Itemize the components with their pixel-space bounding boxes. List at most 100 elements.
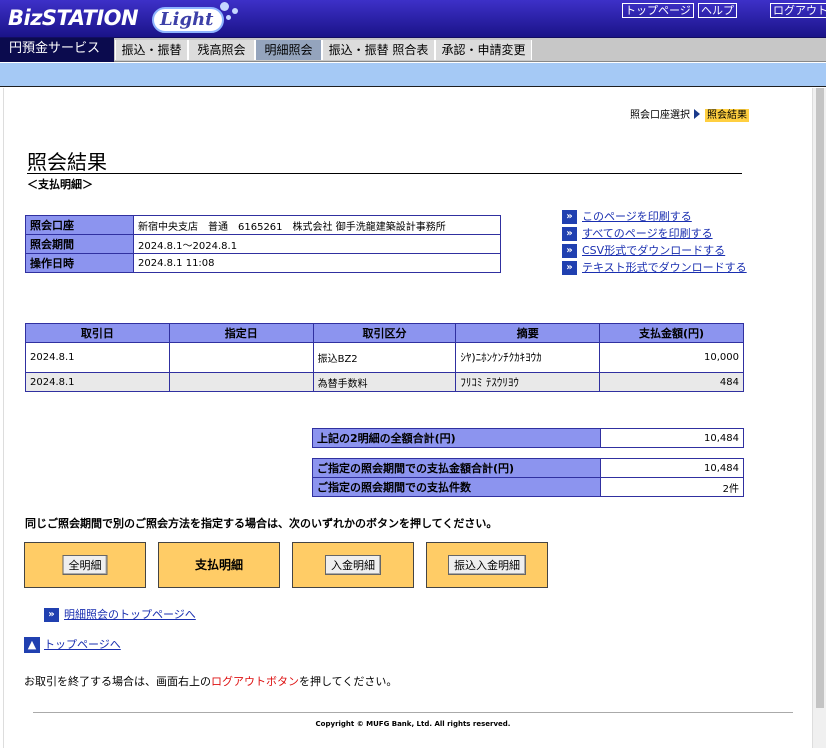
breadcrumb-current: 照会結果: [705, 109, 749, 122]
cell-specified-date: [168, 372, 314, 392]
period-count-label: ご指定の照会期間での支払件数: [312, 477, 601, 497]
double-arrow-icon: »: [44, 608, 59, 622]
csv-download-link-text[interactable]: CSV形式でダウンロードする: [582, 244, 725, 257]
print-all-link-text[interactable]: すべてのページを印刷する: [582, 227, 713, 240]
logo-dot: [226, 15, 231, 20]
info-label: 操作日時: [25, 253, 134, 273]
payment-details-current: 支払明細: [194, 558, 243, 572]
double-arrow-icon: »: [562, 261, 577, 275]
all-details-button[interactable]: 全明細: [62, 555, 108, 575]
logo-text: BizSTATION: [8, 6, 139, 30]
period-count-value: 2件: [600, 477, 744, 497]
tab-approval[interactable]: 承認・申請変更: [435, 40, 532, 60]
top-page-button[interactable]: トップページ: [622, 3, 694, 18]
header-bar: BizSTATION Light トップページ ヘルプ ログアウト: [0, 0, 826, 38]
all-details-box: 全明細: [24, 542, 146, 588]
cell-amount: 10,000: [599, 342, 744, 373]
column-header-specified-date: 指定日: [168, 323, 314, 343]
payment-details-box: 支払明細: [158, 542, 280, 588]
period-total-label: ご指定の照会期間での支払金額合計(円): [312, 458, 601, 478]
info-label: 照会口座: [25, 215, 134, 235]
footer-divider: [33, 712, 793, 713]
print-all-link[interactable]: » すべてのページを印刷する: [562, 225, 713, 241]
column-header-amount: 支払金額(円): [599, 323, 744, 343]
tab-statement[interactable]: 明細照会: [255, 40, 322, 60]
logout-button[interactable]: ログアウト: [770, 3, 826, 18]
cell-date: 2024.8.1: [25, 342, 170, 373]
statement-top-link[interactable]: » 明細照会のトップページへ: [44, 606, 196, 622]
column-header-description: 摘要: [455, 323, 601, 343]
logo-light-text: Light: [160, 9, 214, 30]
text-download-link-text[interactable]: テキスト形式でダウンロードする: [582, 261, 747, 274]
breadcrumb-arrow-icon: [694, 109, 700, 119]
line-total-table: 上記の2明細の全額合計(円) 10,484: [312, 428, 744, 448]
logo-dot: [220, 2, 229, 11]
double-arrow-icon: »: [562, 210, 577, 224]
line-total-label: 上記の2明細の全額合計(円): [312, 428, 601, 448]
double-arrow-icon: »: [562, 244, 577, 258]
top-page-link-text[interactable]: トップページへ: [44, 638, 121, 651]
page-subtitle: ＜支払明細＞: [27, 178, 93, 191]
info-value: 2024.8.1 11:08: [133, 253, 501, 273]
end-message-logout-highlight: ログアウトボタン: [211, 675, 299, 688]
logo-light-badge: Light: [152, 7, 224, 33]
details-header-row: 取引日 指定日 取引区分 摘要 支払金額(円): [25, 323, 744, 343]
scrollbar[interactable]: [812, 88, 826, 748]
info-row: 照会口座 新宿中央支店 普通 6165261 株式会社 御手洗龍建築設計事務所: [25, 215, 501, 235]
tab-balance[interactable]: 残高照会: [188, 40, 255, 60]
statement-top-link-text[interactable]: 明細照会のトップページへ: [64, 608, 196, 621]
page: { "header": { "logo_text": "BizSTATION",…: [0, 0, 826, 748]
deposit-details-box: 入金明細: [292, 542, 414, 588]
help-button[interactable]: ヘルプ: [698, 3, 737, 18]
print-page-link-text[interactable]: このページを印刷する: [582, 210, 692, 223]
copyright: Copyright © MUFG Bank, Ltd. All rights r…: [315, 720, 511, 728]
details-table: 取引日 指定日 取引区分 摘要 支払金額(円) 2024.8.1 振込BZ2 ｼ…: [25, 323, 744, 392]
csv-download-link[interactable]: » CSV形式でダウンロードする: [562, 242, 725, 258]
text-download-link[interactable]: » テキスト形式でダウンロードする: [562, 259, 747, 275]
column-header-date: 取引日: [25, 323, 170, 343]
page-title: 照会結果: [27, 150, 107, 174]
cell-description: ｼﾔ)ﾆﾎﾝｹﾝﾁｸｶｷﾖｳｶ: [455, 342, 601, 373]
sub-band: [0, 63, 826, 87]
transfer-deposit-details-button[interactable]: 振込入金明細: [448, 555, 526, 575]
cell-description: ﾌﾘｺﾐ ﾃｽｳﾘﾖｳ: [455, 372, 601, 392]
title-divider: [27, 173, 742, 174]
table-row: 2024.8.1 為替手数料 ﾌﾘｺﾐ ﾃｽｳﾘﾖｳ 484: [25, 372, 744, 392]
cell-type: 為替手数料: [312, 372, 457, 392]
info-value: 2024.8.1〜2024.8.1: [133, 234, 501, 254]
service-label: 円預金サービス: [0, 38, 114, 62]
breadcrumb: 照会口座選択 照会結果: [630, 106, 749, 122]
breadcrumb-step-account-select: 照会口座選択: [630, 110, 690, 121]
period-total-table: ご指定の照会期間での支払金額合計(円) 10,484 ご指定の照会期間での支払件数…: [312, 458, 744, 497]
cell-specified-date: [168, 342, 314, 373]
scrollbar-thumb[interactable]: [816, 88, 824, 708]
tab-transfer[interactable]: 振込・振替: [115, 40, 188, 60]
end-message-after: を押してください。: [299, 675, 398, 688]
period-total-value: 10,484: [600, 458, 744, 478]
cell-amount: 484: [599, 372, 744, 392]
logo-dot: [232, 8, 238, 14]
cell-date: 2024.8.1: [25, 372, 170, 392]
print-page-link[interactable]: » このページを印刷する: [562, 208, 692, 224]
transfer-deposit-box: 振込入金明細: [426, 542, 548, 588]
total-row: ご指定の照会期間での支払件数 2件: [312, 477, 744, 497]
instruction-text: 同じご照会期間で別のご照会方法を指定する場合は、次のいずれかのボタンを押してくだ…: [25, 517, 498, 530]
up-arrow-icon: ▲: [24, 637, 40, 653]
line-total-value: 10,484: [600, 428, 744, 448]
tab-reconciliation[interactable]: 振込・振替 照合表: [322, 40, 435, 60]
info-value: 新宿中央支店 普通 6165261 株式会社 御手洗龍建築設計事務所: [133, 215, 501, 235]
info-label: 照会期間: [25, 234, 134, 254]
end-message: お取引を終了する場合は、画面右上のログアウトボタンを押してください。: [24, 673, 397, 689]
tab-bar: 振込・振替 残高照会 明細照会 振込・振替 照合表 承認・申請変更: [0, 38, 826, 62]
total-row: ご指定の照会期間での支払金額合計(円) 10,484: [312, 458, 744, 478]
deposit-details-button[interactable]: 入金明細: [325, 555, 381, 575]
cell-type: 振込BZ2: [312, 342, 457, 373]
total-row: 上記の2明細の全額合計(円) 10,484: [312, 428, 744, 448]
double-arrow-icon: »: [562, 227, 577, 241]
end-message-before: お取引を終了する場合は、画面右上の: [24, 675, 211, 688]
top-page-link[interactable]: ▲ トップページへ: [24, 636, 121, 653]
info-row: 操作日時 2024.8.1 11:08: [25, 253, 501, 273]
column-header-type: 取引区分: [312, 323, 457, 343]
table-row: 2024.8.1 振込BZ2 ｼﾔ)ﾆﾎﾝｹﾝﾁｸｶｷﾖｳｶ 10,000: [25, 342, 744, 373]
inquiry-info-table: 照会口座 新宿中央支店 普通 6165261 株式会社 御手洗龍建築設計事務所 照…: [25, 215, 501, 273]
